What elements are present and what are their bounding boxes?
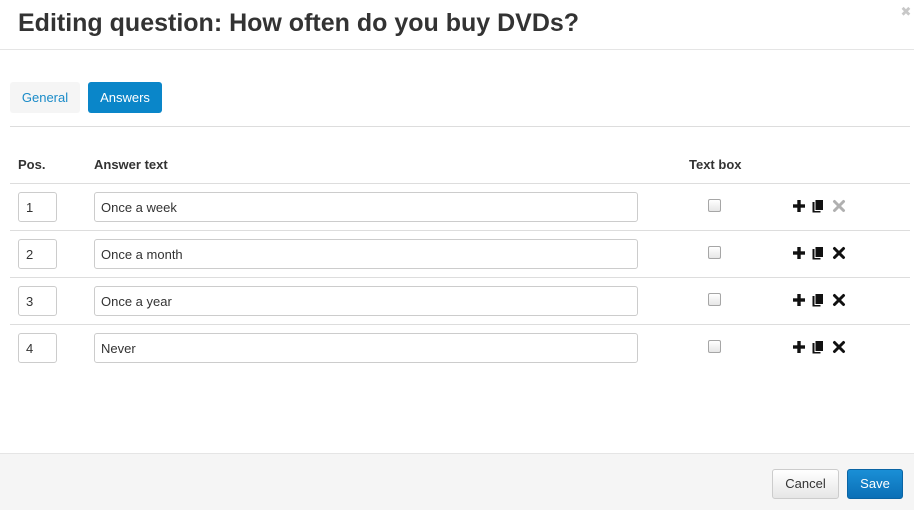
copy-icon[interactable] xyxy=(811,340,825,354)
close-icon[interactable]: ✖ xyxy=(900,5,912,18)
modal-footer: Cancel Save xyxy=(0,453,914,510)
text-box-checkbox[interactable] xyxy=(708,199,721,212)
column-header-answer-text: Answer text xyxy=(94,157,168,172)
column-header-pos: Pos. xyxy=(18,157,46,172)
table-row xyxy=(10,184,910,231)
position-input[interactable] xyxy=(18,286,57,316)
table-row xyxy=(10,231,910,278)
tabs-divider xyxy=(10,126,910,127)
plus-icon[interactable] xyxy=(792,340,806,354)
answer-text-input[interactable] xyxy=(94,333,638,363)
position-input[interactable] xyxy=(18,239,57,269)
column-header-text-box: Text box xyxy=(689,157,742,172)
modal-title: Editing question: How often do you buy D… xyxy=(18,9,580,37)
copy-icon[interactable] xyxy=(811,199,825,213)
answer-text-input[interactable] xyxy=(94,192,638,222)
text-box-checkbox[interactable] xyxy=(708,293,721,306)
table-row xyxy=(10,278,910,325)
times-icon xyxy=(833,200,845,212)
times-icon[interactable] xyxy=(832,246,846,260)
plus-icon[interactable] xyxy=(792,246,806,260)
position-input[interactable] xyxy=(18,192,57,222)
plus-icon[interactable] xyxy=(792,293,806,307)
table-row xyxy=(10,325,910,372)
answer-text-input[interactable] xyxy=(94,239,638,269)
text-box-checkbox[interactable] xyxy=(708,246,721,259)
tab-answers[interactable]: Answers xyxy=(88,82,162,113)
plus-icon[interactable] xyxy=(792,199,806,213)
cancel-button[interactable]: Cancel xyxy=(772,469,839,499)
text-box-checkbox[interactable] xyxy=(708,340,721,353)
tab-general[interactable]: General xyxy=(10,82,80,113)
copy-icon[interactable] xyxy=(811,246,825,260)
save-button[interactable]: Save xyxy=(847,469,903,499)
modal-header: Editing question: How often do you buy D… xyxy=(0,0,914,50)
times-icon[interactable] xyxy=(832,293,846,307)
position-input[interactable] xyxy=(18,333,57,363)
copy-icon[interactable] xyxy=(811,293,825,307)
answer-text-input[interactable] xyxy=(94,286,638,316)
times-icon[interactable] xyxy=(832,340,846,354)
